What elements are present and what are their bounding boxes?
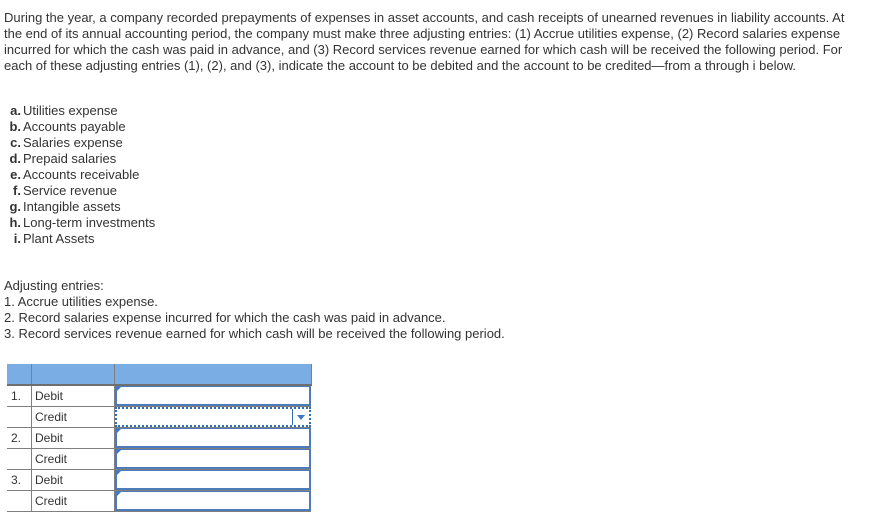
adjusting-item: 1. Accrue utilities expense. [4, 294, 158, 309]
chevron-down-icon [297, 414, 305, 420]
account-cell [114, 469, 311, 491]
option-label: Intangible assets [23, 199, 121, 214]
input-marker-icon [117, 492, 121, 496]
account-option: h. Long-term investments [5, 215, 155, 231]
adjusting-entries-list: Adjusting entries: 1. Accrue utilities e… [4, 278, 505, 342]
option-label: Long-term investments [23, 215, 156, 230]
dropdown-button[interactable] [292, 409, 309, 425]
option-letter: i. [13, 231, 21, 246]
table-row: Credit [7, 448, 311, 470]
question-text: During the year, a company recorded prep… [4, 10, 845, 73]
account-option: e. Accounts receivable [5, 167, 155, 183]
option-label: Prepaid salaries [23, 151, 117, 166]
option-label: Salaries expense [23, 135, 123, 150]
entry-side: Debit [31, 385, 115, 407]
entry-side: Debit [31, 469, 115, 491]
option-label: Plant Assets [23, 231, 95, 246]
account-select-2-debit[interactable] [115, 428, 311, 448]
entry-number: 1. [7, 385, 32, 407]
option-label: Utilities expense [23, 103, 118, 118]
header-side [31, 364, 115, 386]
header-number [7, 364, 32, 386]
option-letter: a. [10, 103, 21, 118]
entry-number [7, 448, 32, 470]
entry-number: 3. [7, 469, 32, 491]
account-cell [114, 385, 311, 407]
adjusting-item: 2. Record salaries expense incurred for … [4, 310, 446, 325]
input-marker-icon [117, 450, 121, 454]
account-select-1-credit[interactable] [115, 407, 311, 427]
account-cell [114, 490, 311, 512]
option-label: Accounts payable [23, 119, 126, 134]
option-letter: f. [13, 183, 21, 198]
option-letter: e. [10, 167, 21, 182]
journal-entry-table: 1. Debit Credit 2. Debit Credit 3. Debit… [7, 364, 312, 512]
account-option: a. Utilities expense [5, 103, 155, 119]
option-letter: d. [9, 151, 21, 166]
option-letter: c. [10, 135, 21, 150]
option-label: Service revenue [23, 183, 117, 198]
account-option: c. Salaries expense [5, 135, 155, 151]
entry-number: 2. [7, 427, 32, 449]
input-marker-icon [117, 471, 121, 475]
account-select-3-debit[interactable] [115, 470, 311, 490]
account-select-2-credit[interactable] [115, 449, 311, 469]
account-option: b. Accounts payable [5, 119, 155, 135]
table-header-row [7, 364, 312, 386]
account-option: i. Plant Assets [5, 231, 155, 247]
option-letter: g. [9, 199, 21, 214]
account-select-3-credit[interactable] [115, 491, 311, 511]
table-row: Credit [7, 406, 311, 428]
input-marker-icon [117, 429, 121, 433]
table-row: 1. Debit [7, 385, 311, 407]
account-cell [114, 427, 311, 449]
account-cell [114, 406, 311, 428]
account-option: f. Service revenue [5, 183, 155, 199]
option-letter: h. [9, 215, 21, 230]
adjusting-heading: Adjusting entries: [4, 278, 104, 293]
account-option: d. Prepaid salaries [5, 151, 155, 167]
option-label: Accounts receivable [23, 167, 140, 182]
table-row: 2. Debit [7, 427, 311, 449]
option-letter: b. [9, 119, 21, 134]
table-row: Credit [7, 490, 311, 512]
account-options-list: a. Utilities expense b. Accounts payable c… [5, 103, 155, 247]
entry-side: Debit [31, 427, 115, 449]
entry-side: Credit [31, 448, 115, 470]
adjusting-item: 3. Record services revenue earned for wh… [4, 326, 505, 341]
entry-side: Credit [31, 490, 115, 512]
account-option: g. Intangible assets [5, 199, 155, 215]
entry-number [7, 406, 32, 428]
table-row: 3. Debit [7, 469, 311, 491]
account-select-1-debit[interactable] [115, 386, 311, 406]
entry-side: Credit [31, 406, 115, 428]
input-marker-icon [117, 387, 121, 391]
account-cell [114, 448, 311, 470]
header-account [114, 364, 312, 386]
entry-number [7, 490, 32, 512]
